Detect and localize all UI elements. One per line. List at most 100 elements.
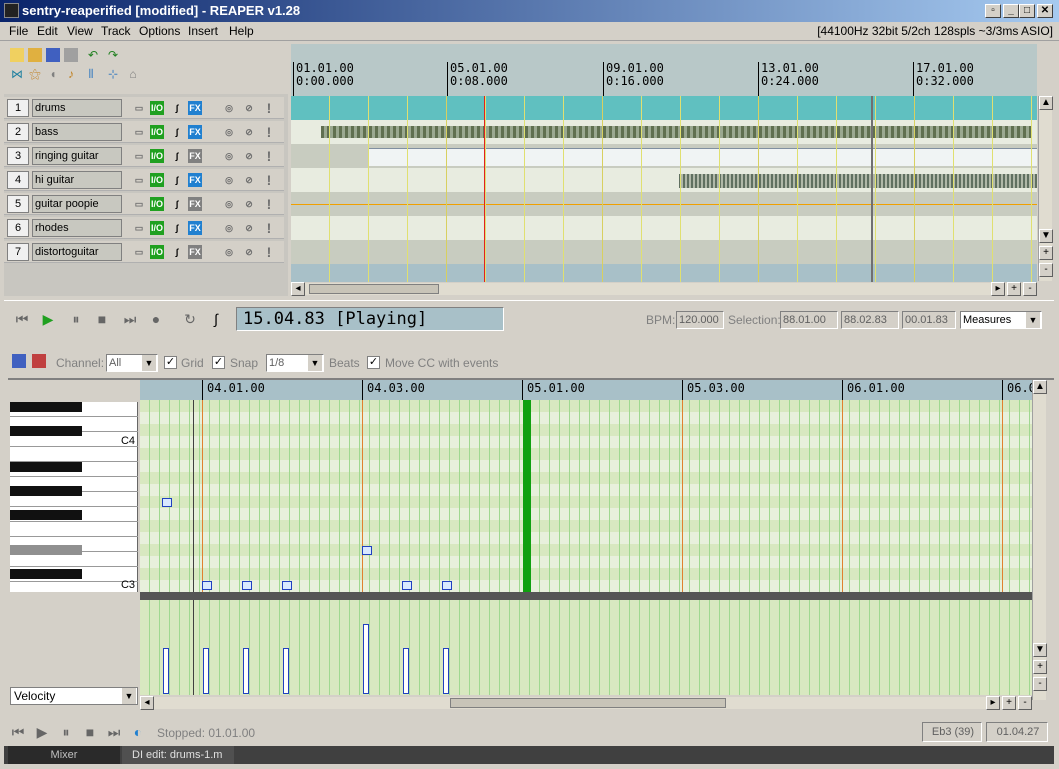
arm-record-icon[interactable]: ! bbox=[262, 149, 276, 163]
scroll-left-icon[interactable]: ◂ bbox=[140, 696, 154, 710]
track-number[interactable]: 5 bbox=[7, 195, 29, 213]
midi-note[interactable] bbox=[202, 581, 212, 590]
arm-record-icon[interactable]: ! bbox=[262, 101, 276, 115]
ringing-guitar-lane[interactable] bbox=[291, 144, 1037, 168]
menu-edit[interactable]: Edit bbox=[37, 24, 58, 38]
rhodes-lane[interactable] bbox=[291, 216, 1037, 240]
io-button[interactable]: I/O bbox=[150, 149, 164, 163]
go-to-start-icon[interactable]: ⏮ bbox=[14, 311, 30, 327]
solo-icon[interactable]: ⊘ bbox=[242, 149, 256, 163]
save-project-icon[interactable] bbox=[46, 48, 60, 62]
new-project-icon[interactable] bbox=[10, 48, 24, 62]
scroll-down-icon[interactable]: ▼ bbox=[1039, 229, 1053, 243]
track-name[interactable]: ringing guitar bbox=[32, 147, 122, 165]
midi-ruler[interactable]: 04.01.00 04.03.00 05.01.00 05.03.00 06.0… bbox=[140, 380, 1036, 400]
go-to-end-icon[interactable]: ⏭ bbox=[122, 311, 138, 327]
play-icon[interactable]: ▶ bbox=[40, 311, 56, 327]
snap-select[interactable]: 1/8 ▼ bbox=[266, 354, 324, 372]
track-row[interactable]: 1 drums ▭ I/O ∫ FX ◎ ⊘ ! bbox=[4, 97, 284, 119]
scroll-right-icon[interactable]: ▸ bbox=[991, 282, 1005, 296]
track-row[interactable]: 2 bass ▭ I/O ∫ FX ◎ ⊘ ! bbox=[4, 121, 284, 143]
guitar-poopie-lane[interactable] bbox=[291, 192, 1037, 216]
scroll-left-icon[interactable]: ◂ bbox=[291, 282, 305, 296]
selection-end-field[interactable]: 88.02.83 bbox=[841, 311, 899, 329]
mute-icon[interactable]: ◎ bbox=[222, 125, 236, 139]
hzoom-out-icon[interactable]: - bbox=[1018, 696, 1032, 710]
solo-icon[interactable]: ⊘ bbox=[242, 173, 256, 187]
snap-icon[interactable]: ⚝ bbox=[28, 67, 42, 81]
mute-icon[interactable]: ◎ bbox=[222, 221, 236, 235]
midi-note[interactable] bbox=[442, 581, 452, 590]
channel-select[interactable]: All ▼ bbox=[106, 354, 158, 372]
envelope-icon[interactable]: ∫ bbox=[170, 245, 184, 259]
tab-mixer[interactable]: Mixer bbox=[8, 746, 120, 764]
midi-note[interactable] bbox=[162, 498, 172, 507]
fx-button[interactable]: FX bbox=[188, 125, 202, 139]
metronome-icon[interactable]: ⋈ bbox=[10, 67, 24, 81]
move-cc-checkbox[interactable]: ✓ bbox=[367, 356, 380, 369]
solo-icon[interactable]: ⊘ bbox=[242, 125, 256, 139]
redo-icon[interactable]: ↷ bbox=[106, 48, 120, 62]
io-button[interactable]: I/O bbox=[150, 221, 164, 235]
track-row[interactable]: 7 distortoguitar ▭ I/O ∫ FX ◎ ⊘ ! bbox=[4, 241, 284, 263]
arrange-vscroll[interactable]: ▲ ▼ + - bbox=[1038, 96, 1053, 281]
bpm-field[interactable]: 120.000 bbox=[676, 311, 724, 329]
reaper-app-icon[interactable] bbox=[4, 3, 19, 18]
empty-lane[interactable] bbox=[291, 264, 1037, 282]
solo-icon[interactable]: ⊘ bbox=[242, 197, 256, 211]
velocity-bar[interactable] bbox=[443, 648, 449, 694]
distortoguitar-lane[interactable] bbox=[291, 240, 1037, 264]
track-number[interactable]: 2 bbox=[7, 123, 29, 141]
io-button[interactable]: I/O bbox=[150, 173, 164, 187]
maximize-button[interactable]: □ bbox=[1019, 4, 1035, 18]
selection-start-field[interactable]: 88.01.00 bbox=[780, 311, 838, 329]
midi-hscroll[interactable]: ◂ ▸ + - bbox=[140, 696, 1032, 710]
track-name[interactable]: drums bbox=[32, 99, 122, 117]
midi-save-as-icon[interactable] bbox=[32, 354, 46, 368]
lane-divider[interactable] bbox=[140, 592, 1032, 600]
track-row[interactable]: 6 rhodes ▭ I/O ∫ FX ◎ ⊘ ! bbox=[4, 217, 284, 239]
velocity-bar[interactable] bbox=[203, 648, 209, 694]
zoom-in-icon[interactable]: + bbox=[1039, 246, 1053, 260]
record-icon[interactable]: ● bbox=[148, 311, 164, 327]
scroll-right-icon[interactable]: ▸ bbox=[986, 696, 1000, 710]
stop-icon[interactable]: ■ bbox=[94, 311, 110, 327]
mute-icon[interactable]: ◎ bbox=[222, 173, 236, 187]
menu-file[interactable]: File bbox=[9, 24, 28, 38]
envelope-icon[interactable]: ∫ bbox=[170, 221, 184, 235]
velocity-bar[interactable] bbox=[403, 648, 409, 694]
time-mode-select[interactable]: Measures ▼ bbox=[960, 311, 1042, 329]
fx-button[interactable]: FX bbox=[188, 173, 202, 187]
midi-go-to-end-icon[interactable]: ⏭ bbox=[106, 724, 122, 740]
menu-track[interactable]: Track bbox=[101, 24, 131, 38]
midi-sync-icon[interactable]: ◐ bbox=[130, 724, 146, 740]
selection-length-field[interactable]: 00.01.83 bbox=[902, 311, 956, 329]
midi-note[interactable] bbox=[402, 581, 412, 590]
fx-button[interactable]: FX bbox=[188, 221, 202, 235]
scroll-up-icon[interactable]: ▲ bbox=[1039, 96, 1053, 110]
midi-note[interactable] bbox=[282, 581, 292, 590]
io-button[interactable]: I/O bbox=[150, 197, 164, 211]
folder-icon[interactable]: ▭ bbox=[132, 197, 146, 211]
track-name[interactable]: rhodes bbox=[32, 219, 122, 237]
hzoom-in-icon[interactable]: + bbox=[1002, 696, 1016, 710]
mute-icon[interactable]: ◎ bbox=[222, 149, 236, 163]
open-project-icon[interactable] bbox=[28, 48, 42, 62]
envelope-icon[interactable]: ∫ bbox=[170, 125, 184, 139]
arm-record-icon[interactable]: ! bbox=[262, 197, 276, 211]
arm-record-icon[interactable]: ! bbox=[262, 245, 276, 259]
cc-lane-view[interactable] bbox=[140, 600, 1032, 695]
midi-stop-icon[interactable]: ■ bbox=[82, 724, 98, 740]
minimize-button[interactable]: _ bbox=[1003, 4, 1019, 18]
midi-vscroll[interactable]: ▲ ▼ + - bbox=[1032, 380, 1047, 700]
folder-icon[interactable]: ▭ bbox=[132, 173, 146, 187]
track-row[interactable]: 3 ringing guitar ▭ I/O ∫ FX ◎ ⊘ ! bbox=[4, 145, 284, 167]
velocity-bar[interactable] bbox=[163, 648, 169, 694]
zoom-out-icon[interactable]: - bbox=[1033, 677, 1047, 691]
zoom-in-icon[interactable]: + bbox=[1033, 660, 1047, 674]
tab-midi-edit[interactable]: DI edit: drums-1.m bbox=[122, 746, 234, 764]
track-number[interactable]: 1 bbox=[7, 99, 29, 117]
track-number[interactable]: 3 bbox=[7, 147, 29, 165]
folder-icon[interactable]: ▭ bbox=[132, 149, 146, 163]
automation-icon[interactable]: ∫ bbox=[208, 311, 224, 327]
